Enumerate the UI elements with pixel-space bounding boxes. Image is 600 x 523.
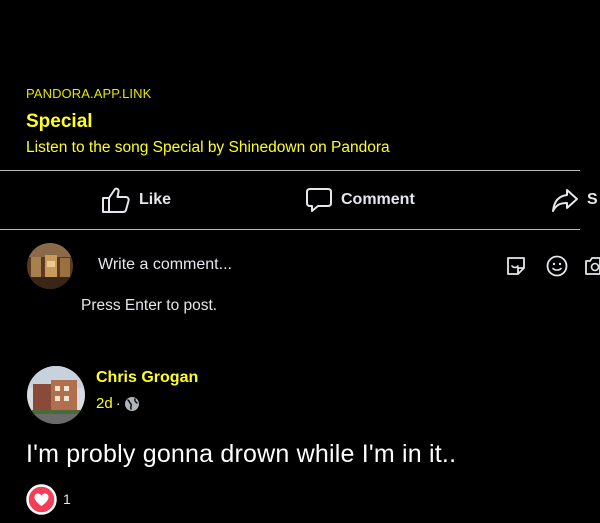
- comment-button[interactable]: Comment: [305, 186, 415, 214]
- commenter-avatar[interactable]: [27, 366, 85, 424]
- camera-icon[interactable]: [584, 254, 600, 278]
- divider: [0, 229, 580, 230]
- comment-timestamp[interactable]: 2d: [96, 395, 113, 412]
- comment-body: I'm probly gonna drown while I'm in it..: [26, 440, 457, 468]
- press-enter-hint: Press Enter to post.: [81, 297, 218, 314]
- current-user-avatar[interactable]: [27, 243, 73, 289]
- meta-separator: ·: [115, 395, 121, 412]
- link-description[interactable]: Listen to the song Special by Shinedown …: [26, 139, 390, 157]
- share-button[interactable]: S: [551, 186, 598, 214]
- reaction-count[interactable]: 1: [63, 491, 71, 507]
- speech-bubble-icon: [305, 186, 333, 214]
- globe-icon: [124, 396, 140, 412]
- share-label: S: [587, 191, 598, 208]
- comment-author[interactable]: Chris Grogan: [96, 369, 198, 387]
- link-domain[interactable]: PANDORA.APP.LINK: [26, 86, 151, 101]
- comment-input[interactable]: Write a comment...: [98, 256, 232, 274]
- link-title[interactable]: Special: [26, 111, 93, 133]
- sticker-icon[interactable]: [504, 254, 528, 278]
- divider: [0, 170, 580, 171]
- smiley-icon[interactable]: [545, 254, 569, 278]
- share-arrow-icon: [551, 186, 579, 214]
- comment-label: Comment: [341, 191, 415, 208]
- like-label: Like: [139, 191, 172, 208]
- like-button[interactable]: Like: [101, 186, 171, 214]
- comment-meta: 2d ·: [96, 395, 140, 412]
- thumbs-up-icon: [101, 186, 131, 214]
- heart-reaction-icon[interactable]: [26, 484, 57, 515]
